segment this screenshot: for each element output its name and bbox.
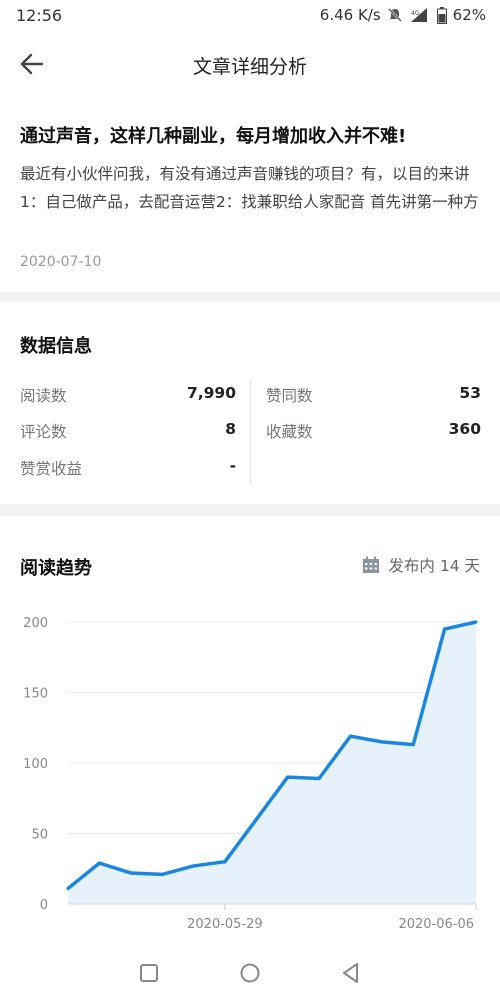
data-point bbox=[160, 872, 164, 876]
y-tick-label: 50 bbox=[31, 828, 48, 843]
data-point bbox=[443, 627, 447, 631]
app-header: 文章详细分析 bbox=[0, 30, 500, 96]
data-point bbox=[129, 871, 133, 875]
data-point bbox=[348, 734, 352, 738]
date-range-selector[interactable]: 发布内 14 天 bbox=[362, 554, 480, 576]
y-tick-label: 100 bbox=[23, 757, 48, 772]
status-time: 12:56 bbox=[16, 6, 63, 25]
trend-title: 阅读趋势 bbox=[20, 558, 92, 579]
data-info-title: 数据信息 bbox=[20, 336, 92, 357]
stat-label-comments: 评论数 bbox=[20, 423, 67, 441]
y-tick-label: 200 bbox=[23, 616, 48, 631]
stats-divider bbox=[250, 380, 251, 486]
data-info-card: 数据信息 阅读数 7,990 评论数 8 赞赏收益 - 赞同数 53 收藏数 3… bbox=[0, 302, 500, 504]
circle-icon[interactable] bbox=[237, 960, 263, 986]
article-title: 通过声音，这样几种副业，每月增加收入并不难! bbox=[20, 126, 407, 147]
network-speed: 6.46 K/s bbox=[319, 6, 381, 24]
network-type: 4G bbox=[411, 10, 420, 17]
y-tick-label: 150 bbox=[23, 687, 48, 702]
data-point bbox=[223, 860, 227, 864]
x-tick-label: 2020-06-06 bbox=[398, 917, 474, 932]
square-icon[interactable] bbox=[136, 960, 162, 986]
article-date: 2020-07-10 bbox=[20, 254, 102, 270]
stat-value-favorites: 360 bbox=[448, 420, 481, 438]
y-tick-label: 0 bbox=[40, 898, 48, 913]
article-card: 通过声音，这样几种副业，每月增加收入并不难! 最近有小伙伴问我，有没有通过声音赚… bbox=[0, 96, 500, 292]
data-point bbox=[66, 886, 70, 890]
data-point bbox=[474, 620, 478, 624]
data-point bbox=[411, 743, 415, 747]
data-point bbox=[286, 775, 290, 779]
stat-label-likes: 赞同数 bbox=[266, 387, 313, 405]
reading-trend-chart: 0 50 100 150 200 2020-05-29 2020-06-06 bbox=[23, 616, 478, 932]
signal-icon: 4G bbox=[410, 8, 427, 22]
battery-icon bbox=[436, 6, 447, 24]
stat-value-reads: 7,990 bbox=[186, 384, 236, 402]
stat-value-comments: 8 bbox=[225, 420, 236, 438]
data-point bbox=[192, 864, 196, 868]
status-bar: 12:56 6.46 K/s 4G 62% bbox=[0, 0, 500, 30]
date-range-label: 发布内 14 天 bbox=[388, 557, 480, 575]
bell-off-icon bbox=[387, 8, 402, 22]
system-nav-bar bbox=[0, 946, 500, 1000]
stat-value-tips: - bbox=[229, 457, 236, 475]
page-title: 文章详细分析 bbox=[192, 56, 307, 78]
battery-level: 62% bbox=[452, 6, 486, 24]
calendar-icon bbox=[363, 556, 380, 573]
data-point bbox=[97, 861, 101, 865]
data-point bbox=[254, 817, 258, 821]
triangle-back-icon[interactable] bbox=[338, 960, 364, 986]
stat-label-favorites: 收藏数 bbox=[266, 423, 313, 441]
x-tick-label: 2020-05-29 bbox=[187, 917, 263, 932]
data-point bbox=[380, 740, 384, 744]
article-excerpt: 最近有小伙伴问我，有没有通过声音赚钱的项目？有，以目的来讲1：自己做产品，去配音… bbox=[20, 165, 479, 211]
stat-value-likes: 53 bbox=[459, 384, 481, 402]
data-point bbox=[317, 777, 321, 781]
stat-label-tips: 赞赏收益 bbox=[20, 460, 83, 478]
stat-label-reads: 阅读数 bbox=[20, 387, 67, 405]
status-right: 6.46 K/s 4G 62% bbox=[320, 6, 486, 24]
reading-trend-card: 阅读趋势 发布内 14 天 0 50 100 150 200 2020-05-29 202… bbox=[0, 516, 500, 946]
